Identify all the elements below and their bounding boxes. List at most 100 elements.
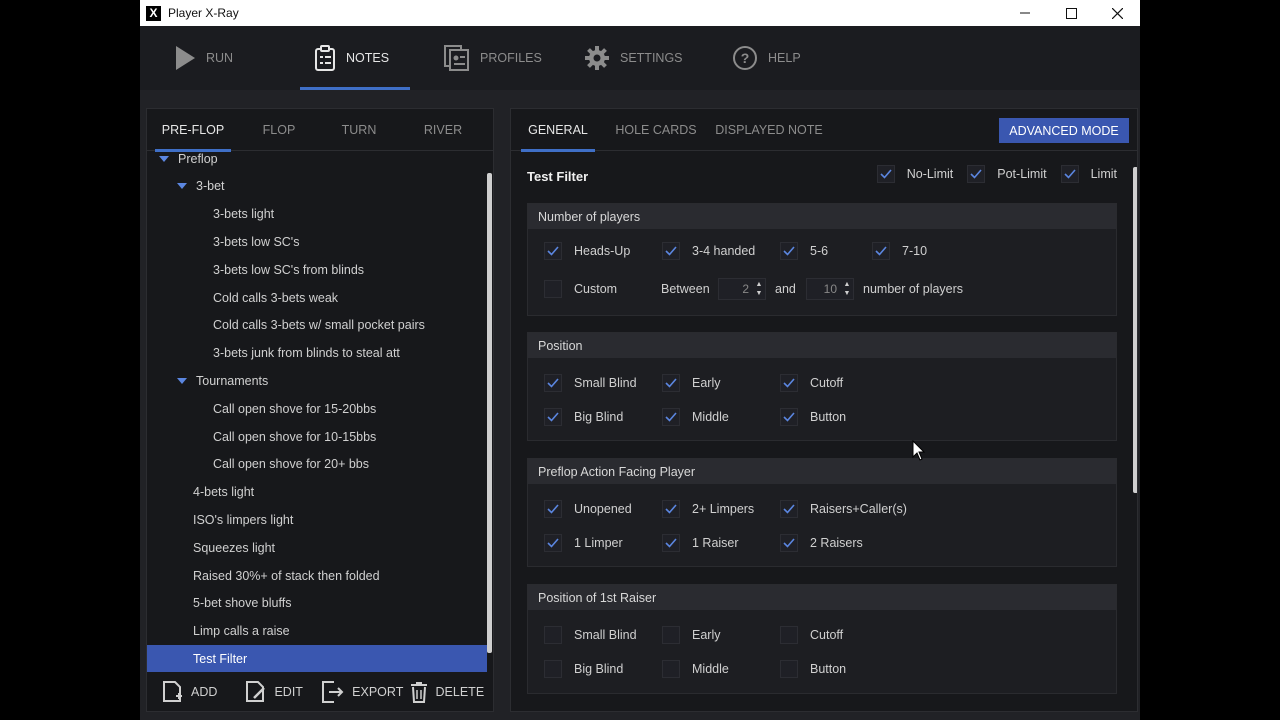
checkbox-option[interactable]: No-Limit — [876, 165, 953, 183]
tree-item[interactable]: Preflop — [147, 152, 487, 172]
checkbox[interactable] — [544, 626, 562, 644]
stepper-arrows-icon[interactable]: ▲ ▼ — [753, 279, 765, 299]
checkbox[interactable] — [544, 242, 562, 260]
nav-run[interactable]: RUN — [140, 26, 288, 90]
checkbox[interactable] — [662, 374, 680, 392]
checkbox[interactable] — [780, 626, 798, 644]
tree-item[interactable]: Cold calls 3-bets w/ small pocket pairs — [147, 312, 487, 339]
checkbox[interactable] — [544, 374, 562, 392]
max-players-stepper[interactable]: 10 ▲ ▼ — [806, 278, 854, 300]
tree-item[interactable]: ISO's limpers light — [147, 506, 487, 533]
checkbox-option[interactable]: Early — [662, 626, 720, 644]
checkbox-option[interactable]: Raisers+Caller(s) — [780, 500, 907, 518]
checkbox-option[interactable]: Early — [662, 374, 720, 392]
checkbox[interactable] — [544, 280, 562, 298]
checkbox[interactable] — [662, 660, 680, 678]
tree-item[interactable]: Call open shove for 10-15bbs — [147, 423, 487, 450]
checkbox-option[interactable]: Small Blind — [544, 374, 637, 392]
export-button[interactable]: EXPORT — [322, 673, 409, 711]
tree-item[interactable]: 3-bet — [147, 173, 487, 200]
checkbox[interactable] — [780, 500, 798, 518]
checkbox[interactable] — [1060, 165, 1079, 183]
checkbox-option[interactable]: Pot-Limit — [967, 165, 1047, 183]
add-button[interactable]: ADD — [163, 673, 246, 711]
checkbox-option[interactable]: Middle — [662, 660, 729, 678]
tree-item[interactable]: 3-bets junk from blinds to steal att — [147, 340, 487, 367]
checkbox[interactable] — [544, 500, 562, 518]
checkbox[interactable] — [876, 165, 895, 183]
checkbox[interactable] — [662, 534, 680, 552]
checkbox[interactable] — [967, 165, 986, 183]
checkbox[interactable] — [544, 408, 562, 426]
tree-item[interactable]: Call open shove for 20+ bbs — [147, 451, 487, 478]
tab-river[interactable]: RIVER — [399, 109, 487, 151]
tree-item[interactable]: 4-bets light — [147, 479, 487, 506]
checkbox-option[interactable]: Cutoff — [780, 626, 843, 644]
maximize-button[interactable] — [1048, 0, 1094, 26]
tree-item[interactable]: Limp calls a raise — [147, 618, 487, 645]
checkbox[interactable] — [662, 242, 680, 260]
checkbox[interactable] — [780, 374, 798, 392]
close-button[interactable] — [1094, 0, 1140, 26]
tree-item[interactable]: 3-bets light — [147, 201, 487, 228]
tree-item[interactable]: Tournaments — [147, 367, 487, 394]
checkbox-option[interactable]: Custom — [544, 280, 617, 298]
checkbox-option[interactable]: Limit — [1060, 165, 1117, 183]
tab-turn[interactable]: TURN — [319, 109, 399, 151]
checkbox[interactable] — [780, 408, 798, 426]
tree-item[interactable]: Cold calls 3-bets weak — [147, 284, 487, 311]
tree-item[interactable]: 5-bet shove bluffs — [147, 590, 487, 617]
checkbox[interactable] — [780, 242, 798, 260]
tree-item[interactable]: Squeezes light — [147, 534, 487, 561]
checkbox[interactable] — [872, 242, 890, 260]
tab-pre-flop[interactable]: PRE-FLOP — [147, 109, 239, 152]
expand-caret-icon[interactable] — [177, 183, 187, 190]
nav-help[interactable]: ? HELP — [706, 26, 826, 90]
stepper-arrows-icon[interactable]: ▲ ▼ — [841, 279, 853, 299]
edit-button[interactable]: EDIT — [246, 673, 322, 711]
minimize-button[interactable] — [1002, 0, 1048, 26]
checkbox-option[interactable]: Big Blind — [544, 408, 623, 426]
nav-profiles[interactable]: PROFILES — [410, 26, 554, 90]
checkbox-option[interactable]: 1 Raiser — [662, 534, 739, 552]
delete-button[interactable]: DELETE — [410, 673, 493, 711]
expand-caret-icon[interactable] — [159, 155, 169, 162]
checkbox[interactable] — [544, 534, 562, 552]
checkbox-option[interactable]: 2 Raisers — [780, 534, 863, 552]
checkbox-option[interactable]: Small Blind — [544, 626, 637, 644]
min-players-stepper[interactable]: 2 ▲ ▼ — [718, 278, 766, 300]
tree-item[interactable]: Call open shove for 15-20bbs — [147, 395, 487, 422]
checkbox-option[interactable]: Button — [780, 660, 846, 678]
editor-scrollbar[interactable] — [1133, 167, 1137, 493]
tab-displayed-note[interactable]: DISPLAYED NOTE — [709, 109, 829, 151]
tree-scrollbar[interactable] — [487, 173, 492, 653]
nav-notes[interactable]: NOTES — [288, 26, 410, 90]
checkbox-option[interactable]: Heads-Up — [544, 242, 630, 260]
tab-general[interactable]: GENERAL — [513, 109, 603, 152]
tree-item[interactable]: Test Filter — [147, 645, 487, 673]
advanced-mode-button[interactable]: ADVANCED MODE — [999, 118, 1129, 143]
checkbox-option[interactable]: Middle — [662, 408, 729, 426]
checkbox[interactable] — [544, 660, 562, 678]
checkbox-option[interactable]: 3-4 handed — [662, 242, 755, 260]
tree-item[interactable]: Raised 30%+ of stack then folded — [147, 562, 487, 589]
checkbox[interactable] — [780, 534, 798, 552]
nav-settings[interactable]: SETTINGS — [554, 26, 706, 90]
checkbox[interactable] — [662, 408, 680, 426]
tab-flop[interactable]: FLOP — [239, 109, 319, 151]
checkbox[interactable] — [780, 660, 798, 678]
checkbox-option[interactable]: 7-10 — [872, 242, 927, 260]
checkbox-option[interactable]: 1 Limper — [544, 534, 623, 552]
checkbox[interactable] — [662, 626, 680, 644]
checkbox-option[interactable]: Cutoff — [780, 374, 843, 392]
checkbox-option[interactable]: 2+ Limpers — [662, 500, 754, 518]
checkbox-option[interactable]: Button — [780, 408, 846, 426]
checkbox-option[interactable]: Big Blind — [544, 660, 623, 678]
checkbox[interactable] — [662, 500, 680, 518]
tree-item[interactable]: 3-bets low SC's — [147, 228, 487, 255]
checkbox-option[interactable]: 5-6 — [780, 242, 828, 260]
tree-item[interactable]: 3-bets low SC's from blinds — [147, 256, 487, 283]
expand-caret-icon[interactable] — [177, 377, 187, 384]
tab-hole-cards[interactable]: HOLE CARDS — [603, 109, 709, 151]
checkbox-option[interactable]: Unopened — [544, 500, 632, 518]
